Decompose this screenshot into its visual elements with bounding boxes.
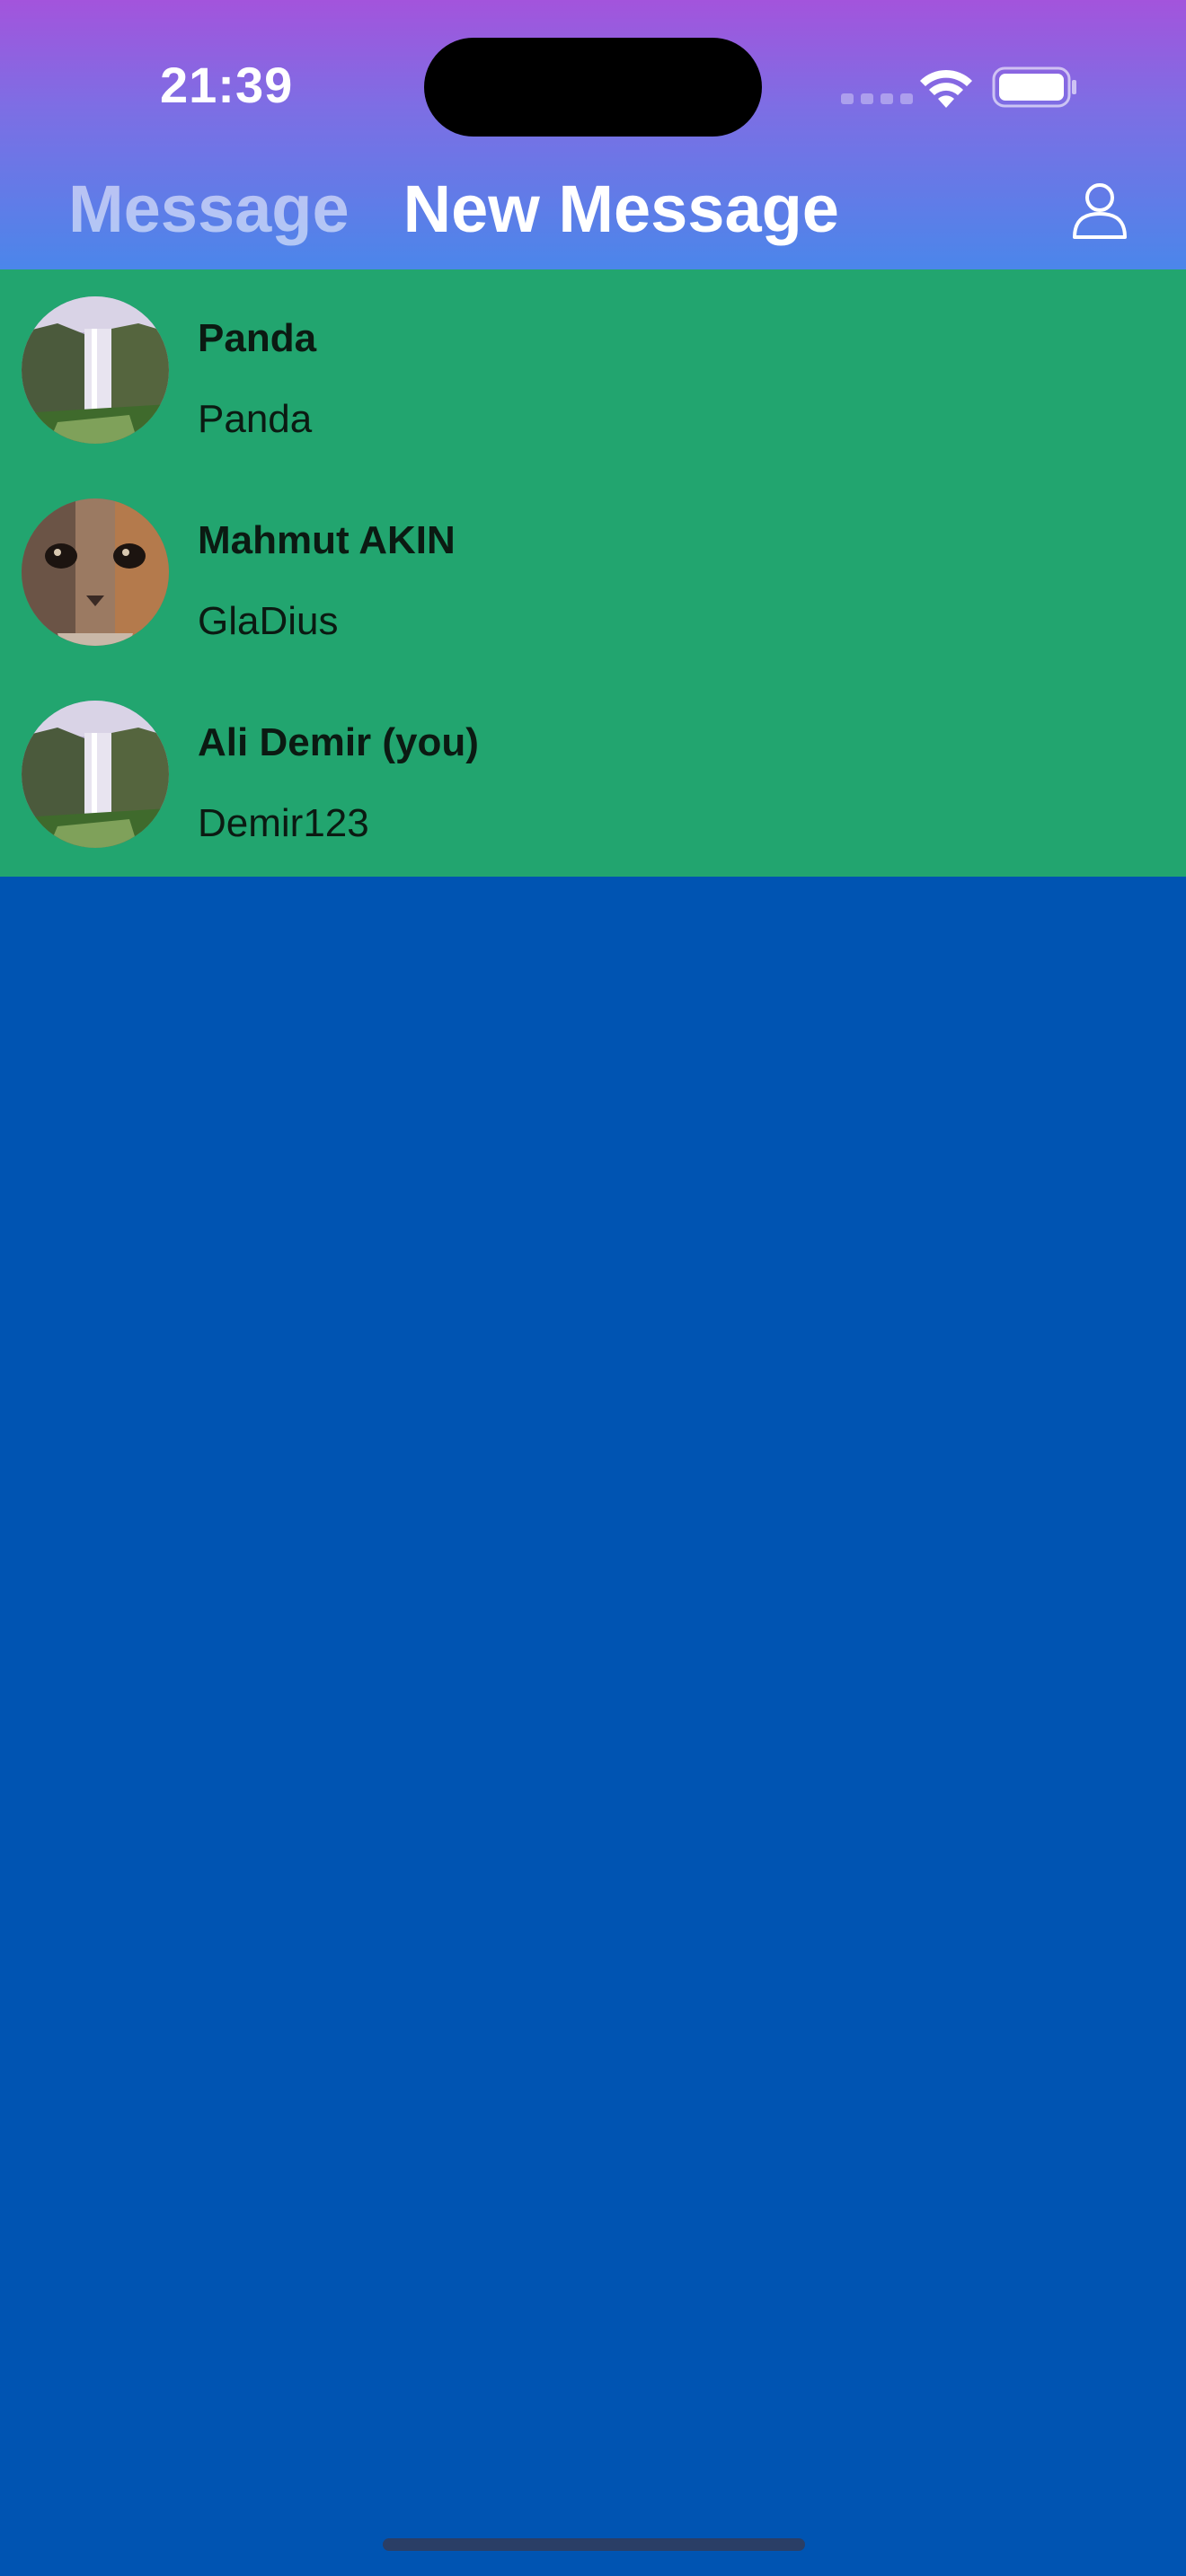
status-time: 21:39 [160,57,294,113]
tab-new-message[interactable]: New Message [403,171,839,247]
user-username: Panda [198,397,313,441]
header: 21:39 Message New Message [0,0,1186,269]
user-list: Panda Panda Mahmut AKIN GlaDius Ali Demi… [0,269,1186,877]
list-item[interactable]: Mahmut AKIN GlaDius [0,472,1186,674]
tab-message[interactable]: Message [68,171,350,247]
cat-photo [22,498,169,646]
person-icon[interactable] [1069,180,1130,241]
user-name: Ali Demir (you) [198,720,479,764]
waterfall-photo [22,296,169,444]
list-item[interactable]: Panda Panda [0,269,1186,472]
dynamic-island [424,38,762,137]
user-name: Panda [198,316,317,360]
tab-bar: Message New Message [68,171,839,247]
user-username: GlaDius [198,599,339,643]
user-username: Demir123 [198,801,369,845]
avatar [22,296,169,444]
cellular-signal-icon [841,93,913,104]
avatar [22,701,169,848]
home-indicator[interactable] [383,2538,805,2551]
battery-icon [992,66,1076,108]
wifi-icon [920,69,972,108]
user-name: Mahmut AKIN [198,518,456,562]
waterfall-photo [22,701,169,848]
list-item[interactable]: Ali Demir (you) Demir123 [0,674,1186,876]
avatar [22,498,169,646]
